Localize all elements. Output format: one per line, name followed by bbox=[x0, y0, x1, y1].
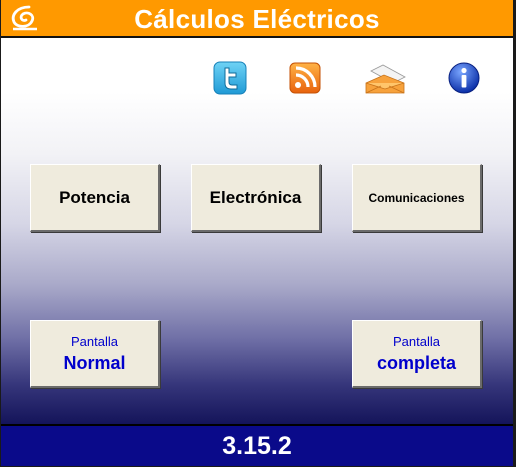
electronica-button[interactable]: Electrónica bbox=[191, 164, 321, 232]
pantalla-normal-line2: Normal bbox=[63, 352, 126, 373]
potencia-button[interactable]: Potencia bbox=[30, 164, 160, 232]
footer-bar: 3.15.2 bbox=[1, 424, 513, 466]
app-window: Cálculos Eléctricos Potencia Electrónica… bbox=[0, 0, 516, 467]
version-label: 3.15.2 bbox=[222, 432, 292, 460]
comunicaciones-label: Comunicaciones bbox=[368, 190, 465, 205]
info-icon[interactable] bbox=[447, 61, 481, 95]
main-panel: Potencia Electrónica Comunicaciones Pant… bbox=[1, 38, 513, 424]
potencia-label: Potencia bbox=[59, 187, 130, 207]
title-bar: Cálculos Eléctricos bbox=[1, 0, 513, 38]
twitter-icon[interactable] bbox=[213, 61, 247, 95]
rss-icon[interactable] bbox=[288, 61, 322, 95]
electronica-label: Electrónica bbox=[209, 187, 302, 207]
app-title: Cálculos Eléctricos bbox=[134, 4, 380, 34]
pantalla-normal-line1: Pantalla bbox=[71, 333, 118, 349]
pantalla-completa-button[interactable]: Pantalla completa bbox=[352, 320, 482, 388]
comunicaciones-button[interactable]: Comunicaciones bbox=[352, 164, 482, 232]
pantalla-completa-line2: completa bbox=[376, 352, 457, 373]
pantalla-completa-line1: Pantalla bbox=[393, 333, 440, 349]
mail-icon[interactable] bbox=[363, 61, 407, 101]
pantalla-normal-button[interactable]: Pantalla Normal bbox=[30, 320, 160, 388]
